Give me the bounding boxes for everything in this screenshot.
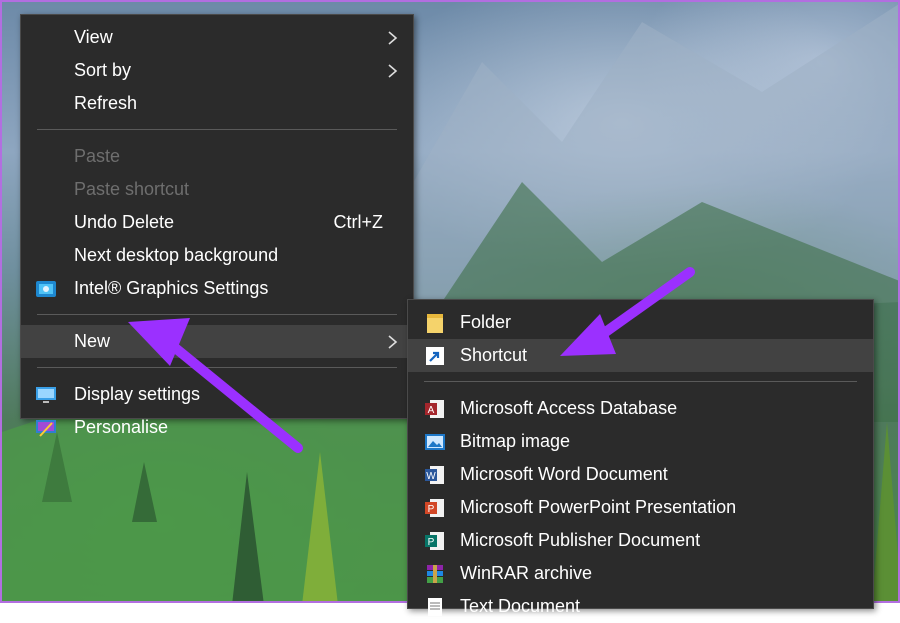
menu-separator: [37, 314, 397, 315]
text-document-icon: [428, 598, 442, 616]
svg-text:P: P: [428, 504, 435, 515]
menu-separator: [37, 367, 397, 368]
menu-item-label: Microsoft Access Database: [460, 398, 678, 418]
menu-item-label: Microsoft PowerPoint Presentation: [460, 497, 737, 517]
submenu-item-winrar-archive[interactable]: WinRAR archive: [408, 557, 873, 590]
publisher-icon: P: [425, 532, 444, 550]
menu-item-undo-delete[interactable]: Undo Delete Ctrl+Z: [21, 206, 413, 239]
chevron-right-icon: [388, 64, 398, 78]
menu-item-personalise[interactable]: Personalise: [21, 411, 413, 444]
menu-item-label: Bitmap image: [460, 431, 571, 451]
menu-item-paste-shortcut[interactable]: Paste shortcut: [21, 173, 413, 206]
word-icon: W: [425, 466, 444, 484]
menu-separator: [424, 381, 857, 382]
menu-item-view[interactable]: View: [21, 21, 413, 54]
menu-item-label: Microsoft Word Document: [460, 464, 668, 484]
submenu-item-powerpoint-presentation[interactable]: P Microsoft PowerPoint Presentation: [408, 491, 873, 524]
display-settings-icon: [36, 387, 56, 403]
chevron-right-icon: [388, 335, 398, 349]
svg-text:A: A: [428, 405, 435, 416]
menu-item-label: Display settings: [74, 384, 201, 404]
menu-item-label: Intel® Graphics Settings: [74, 278, 269, 298]
menu-item-refresh[interactable]: Refresh: [21, 87, 413, 120]
access-icon: A: [425, 400, 444, 418]
svg-text:P: P: [428, 537, 435, 548]
menu-item-label: Next desktop background: [74, 245, 279, 265]
submenu-item-publisher-document[interactable]: P Microsoft Publisher Document: [408, 524, 873, 557]
menu-item-label: Shortcut: [460, 345, 528, 365]
menu-item-label: Text Document: [460, 596, 581, 616]
submenu-item-word-document[interactable]: W Microsoft Word Document: [408, 458, 873, 491]
submenu-item-folder[interactable]: Folder: [408, 306, 873, 339]
menu-item-next-desktop-background[interactable]: Next desktop background: [21, 239, 413, 272]
menu-item-sort-by[interactable]: Sort by: [21, 54, 413, 87]
menu-separator: [37, 129, 397, 130]
menu-item-label: Microsoft Publisher Document: [460, 530, 701, 550]
menu-item-paste[interactable]: Paste: [21, 140, 413, 173]
menu-item-label: Refresh: [74, 93, 138, 113]
menu-item-label: Paste: [74, 146, 121, 166]
submenu-item-access-database[interactable]: A Microsoft Access Database: [408, 392, 873, 425]
submenu-item-text-document[interactable]: Text Document: [408, 590, 873, 623]
menu-item-display-settings[interactable]: Display settings: [21, 378, 413, 411]
menu-item-label: New: [74, 331, 111, 351]
desktop-context-menu: View Sort by Refresh Paste Paste shortcu…: [20, 14, 414, 437]
menu-item-label: WinRAR archive: [460, 563, 593, 583]
shortcut-icon: [426, 347, 444, 365]
menu-item-new[interactable]: New: [21, 325, 413, 358]
menu-item-label: View: [74, 27, 113, 47]
menu-item-label: Personalise: [74, 417, 169, 437]
chevron-right-icon: [388, 31, 398, 45]
menu-item-label: Sort by: [74, 60, 132, 80]
svg-text:W: W: [426, 471, 436, 482]
menu-item-label: Undo Delete: [74, 212, 175, 232]
submenu-item-shortcut[interactable]: Shortcut: [408, 339, 873, 372]
new-submenu: Folder Shortcut A Microsoft Access Datab…: [407, 299, 874, 616]
folder-icon: [427, 314, 443, 333]
menu-item-intel-graphics-settings[interactable]: Intel® Graphics Settings: [21, 272, 413, 305]
keyboard-shortcut: Ctrl+Z: [333, 212, 384, 232]
powerpoint-icon: P: [425, 499, 444, 517]
menu-item-label: Folder: [460, 312, 512, 332]
personalise-icon: [36, 420, 56, 437]
menu-item-label: Paste shortcut: [74, 179, 190, 199]
winrar-icon: [427, 565, 443, 583]
bitmap-icon: [425, 434, 445, 450]
submenu-item-bitmap-image[interactable]: Bitmap image: [408, 425, 873, 458]
intel-graphics-icon: [36, 281, 56, 297]
